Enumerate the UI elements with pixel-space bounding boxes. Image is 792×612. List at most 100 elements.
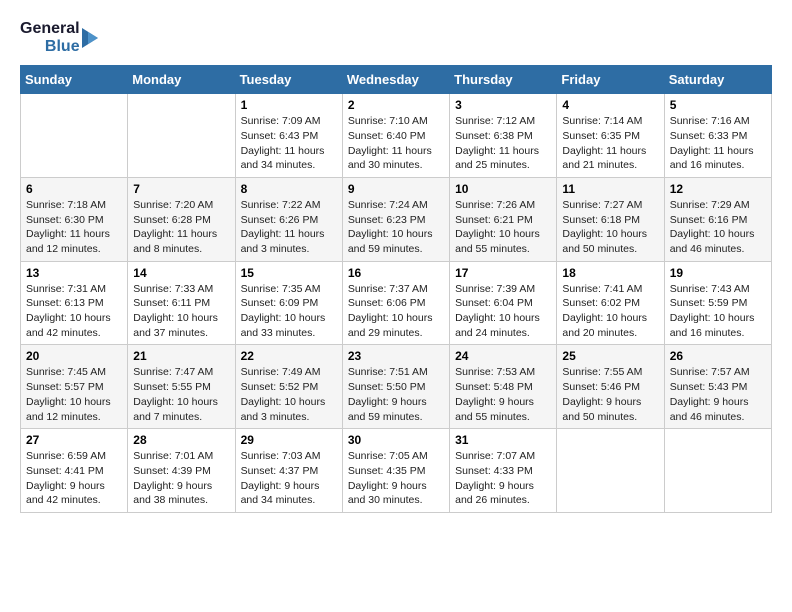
calendar-cell: 30 Sunrise: 7:05 AM Sunset: 4:35 PM Dayli… bbox=[342, 429, 449, 513]
weekday-header-sunday: Sunday bbox=[21, 66, 128, 94]
day-info: Sunrise: 7:37 AM Sunset: 6:06 PM Dayligh… bbox=[348, 282, 444, 341]
day-info: Sunrise: 7:03 AM Sunset: 4:37 PM Dayligh… bbox=[241, 449, 337, 508]
day-number: 31 bbox=[455, 433, 551, 447]
day-info: Sunrise: 7:51 AM Sunset: 5:50 PM Dayligh… bbox=[348, 365, 444, 424]
day-info: Sunrise: 7:49 AM Sunset: 5:52 PM Dayligh… bbox=[241, 365, 337, 424]
day-number: 4 bbox=[562, 98, 658, 112]
header: General Blue bbox=[20, 20, 772, 55]
day-info: Sunrise: 7:47 AM Sunset: 5:55 PM Dayligh… bbox=[133, 365, 229, 424]
calendar-cell: 29 Sunrise: 7:03 AM Sunset: 4:37 PM Dayli… bbox=[235, 429, 342, 513]
day-number: 5 bbox=[670, 98, 766, 112]
day-number: 23 bbox=[348, 349, 444, 363]
calendar-cell: 20 Sunrise: 7:45 AM Sunset: 5:57 PM Dayli… bbox=[21, 345, 128, 429]
calendar-week-1: 1Sunrise: 7:09 AM Sunset: 6:43 PM Daylig… bbox=[21, 94, 772, 178]
weekday-header-monday: Monday bbox=[128, 66, 235, 94]
day-info: Sunrise: 7:53 AM Sunset: 5:48 PM Dayligh… bbox=[455, 365, 551, 424]
calendar-cell: 19Sunrise: 7:43 AM Sunset: 5:59 PM Dayli… bbox=[664, 261, 771, 345]
day-number: 2 bbox=[348, 98, 444, 112]
day-info: Sunrise: 7:10 AM Sunset: 6:40 PM Dayligh… bbox=[348, 114, 444, 173]
calendar-cell bbox=[664, 429, 771, 513]
day-info: Sunrise: 7:39 AM Sunset: 6:04 PM Dayligh… bbox=[455, 282, 551, 341]
day-info: Sunrise: 7:24 AM Sunset: 6:23 PM Dayligh… bbox=[348, 198, 444, 257]
day-info: Sunrise: 7:29 AM Sunset: 6:16 PM Dayligh… bbox=[670, 198, 766, 257]
calendar-cell: 11Sunrise: 7:27 AM Sunset: 6:18 PM Dayli… bbox=[557, 177, 664, 261]
calendar-cell: 2 Sunrise: 7:10 AM Sunset: 6:40 PM Daylig… bbox=[342, 94, 449, 178]
day-number: 29 bbox=[241, 433, 337, 447]
calendar-cell: 7 Sunrise: 7:20 AM Sunset: 6:28 PM Daylig… bbox=[128, 177, 235, 261]
day-number: 22 bbox=[241, 349, 337, 363]
calendar-cell: 12 Sunrise: 7:29 AM Sunset: 6:16 PM Dayli… bbox=[664, 177, 771, 261]
calendar-cell: 15 Sunrise: 7:35 AM Sunset: 6:09 PM Dayli… bbox=[235, 261, 342, 345]
weekday-header-row: SundayMondayTuesdayWednesdayThursdayFrid… bbox=[21, 66, 772, 94]
calendar-table: SundayMondayTuesdayWednesdayThursdayFrid… bbox=[20, 65, 772, 513]
logo-box: General Blue bbox=[20, 20, 104, 55]
day-number: 6 bbox=[26, 182, 122, 196]
weekday-header-saturday: Saturday bbox=[664, 66, 771, 94]
day-info: Sunrise: 7:27 AM Sunset: 6:18 PM Dayligh… bbox=[562, 198, 658, 257]
calendar-cell: 3Sunrise: 7:12 AM Sunset: 6:38 PM Daylig… bbox=[450, 94, 557, 178]
day-number: 10 bbox=[455, 182, 551, 196]
day-number: 13 bbox=[26, 266, 122, 280]
logo-general: General bbox=[20, 20, 80, 38]
day-number: 18 bbox=[562, 266, 658, 280]
day-number: 14 bbox=[133, 266, 229, 280]
day-info: Sunrise: 7:33 AM Sunset: 6:11 PM Dayligh… bbox=[133, 282, 229, 341]
day-number: 17 bbox=[455, 266, 551, 280]
calendar-cell: 27Sunrise: 6:59 AM Sunset: 4:41 PM Dayli… bbox=[21, 429, 128, 513]
day-number: 12 bbox=[670, 182, 766, 196]
day-number: 25 bbox=[562, 349, 658, 363]
calendar-cell: 21 Sunrise: 7:47 AM Sunset: 5:55 PM Dayli… bbox=[128, 345, 235, 429]
calendar-cell: 25 Sunrise: 7:55 AM Sunset: 5:46 PM Dayli… bbox=[557, 345, 664, 429]
day-info: Sunrise: 7:01 AM Sunset: 4:39 PM Dayligh… bbox=[133, 449, 229, 508]
calendar-cell: 9Sunrise: 7:24 AM Sunset: 6:23 PM Daylig… bbox=[342, 177, 449, 261]
logo-arrow bbox=[82, 24, 104, 52]
weekday-header-tuesday: Tuesday bbox=[235, 66, 342, 94]
day-info: Sunrise: 7:16 AM Sunset: 6:33 PM Dayligh… bbox=[670, 114, 766, 173]
day-info: Sunrise: 7:55 AM Sunset: 5:46 PM Dayligh… bbox=[562, 365, 658, 424]
day-info: Sunrise: 7:26 AM Sunset: 6:21 PM Dayligh… bbox=[455, 198, 551, 257]
logo: General Blue bbox=[20, 20, 104, 55]
calendar-cell: 14 Sunrise: 7:33 AM Sunset: 6:11 PM Dayli… bbox=[128, 261, 235, 345]
day-info: Sunrise: 7:45 AM Sunset: 5:57 PM Dayligh… bbox=[26, 365, 122, 424]
calendar-week-3: 13 Sunrise: 7:31 AM Sunset: 6:13 PM Dayli… bbox=[21, 261, 772, 345]
day-number: 7 bbox=[133, 182, 229, 196]
calendar-cell: 4 Sunrise: 7:14 AM Sunset: 6:35 PM Daylig… bbox=[557, 94, 664, 178]
day-info: Sunrise: 7:35 AM Sunset: 6:09 PM Dayligh… bbox=[241, 282, 337, 341]
calendar-cell: 16Sunrise: 7:37 AM Sunset: 6:06 PM Dayli… bbox=[342, 261, 449, 345]
day-info: Sunrise: 7:20 AM Sunset: 6:28 PM Dayligh… bbox=[133, 198, 229, 257]
day-info: Sunrise: 7:18 AM Sunset: 6:30 PM Dayligh… bbox=[26, 198, 122, 257]
calendar-cell bbox=[21, 94, 128, 178]
day-info: Sunrise: 7:05 AM Sunset: 4:35 PM Dayligh… bbox=[348, 449, 444, 508]
day-number: 19 bbox=[670, 266, 766, 280]
calendar-cell: 8Sunrise: 7:22 AM Sunset: 6:26 PM Daylig… bbox=[235, 177, 342, 261]
calendar-week-5: 27Sunrise: 6:59 AM Sunset: 4:41 PM Dayli… bbox=[21, 429, 772, 513]
calendar-cell: 22 Sunrise: 7:49 AM Sunset: 5:52 PM Dayli… bbox=[235, 345, 342, 429]
day-info: Sunrise: 7:07 AM Sunset: 4:33 PM Dayligh… bbox=[455, 449, 551, 508]
calendar-cell bbox=[128, 94, 235, 178]
weekday-header-thursday: Thursday bbox=[450, 66, 557, 94]
calendar-cell bbox=[557, 429, 664, 513]
day-number: 20 bbox=[26, 349, 122, 363]
calendar-cell: 23 Sunrise: 7:51 AM Sunset: 5:50 PM Dayli… bbox=[342, 345, 449, 429]
calendar-cell: 10 Sunrise: 7:26 AM Sunset: 6:21 PM Dayli… bbox=[450, 177, 557, 261]
day-info: Sunrise: 7:31 AM Sunset: 6:13 PM Dayligh… bbox=[26, 282, 122, 341]
calendar-cell: 26Sunrise: 7:57 AM Sunset: 5:43 PM Dayli… bbox=[664, 345, 771, 429]
day-number: 26 bbox=[670, 349, 766, 363]
logo-blue: Blue bbox=[45, 38, 80, 56]
calendar-cell: 6 Sunrise: 7:18 AM Sunset: 6:30 PM Daylig… bbox=[21, 177, 128, 261]
day-number: 21 bbox=[133, 349, 229, 363]
day-info: Sunrise: 7:41 AM Sunset: 6:02 PM Dayligh… bbox=[562, 282, 658, 341]
day-number: 3 bbox=[455, 98, 551, 112]
day-number: 30 bbox=[348, 433, 444, 447]
day-info: Sunrise: 7:14 AM Sunset: 6:35 PM Dayligh… bbox=[562, 114, 658, 173]
day-number: 15 bbox=[241, 266, 337, 280]
day-info: Sunrise: 6:59 AM Sunset: 4:41 PM Dayligh… bbox=[26, 449, 122, 508]
calendar-cell: 24 Sunrise: 7:53 AM Sunset: 5:48 PM Dayli… bbox=[450, 345, 557, 429]
weekday-header-friday: Friday bbox=[557, 66, 664, 94]
day-info: Sunrise: 7:09 AM Sunset: 6:43 PM Dayligh… bbox=[241, 114, 337, 173]
day-number: 8 bbox=[241, 182, 337, 196]
weekday-header-wednesday: Wednesday bbox=[342, 66, 449, 94]
calendar-cell: 31 Sunrise: 7:07 AM Sunset: 4:33 PM Dayli… bbox=[450, 429, 557, 513]
calendar-cell: 13 Sunrise: 7:31 AM Sunset: 6:13 PM Dayli… bbox=[21, 261, 128, 345]
day-number: 24 bbox=[455, 349, 551, 363]
